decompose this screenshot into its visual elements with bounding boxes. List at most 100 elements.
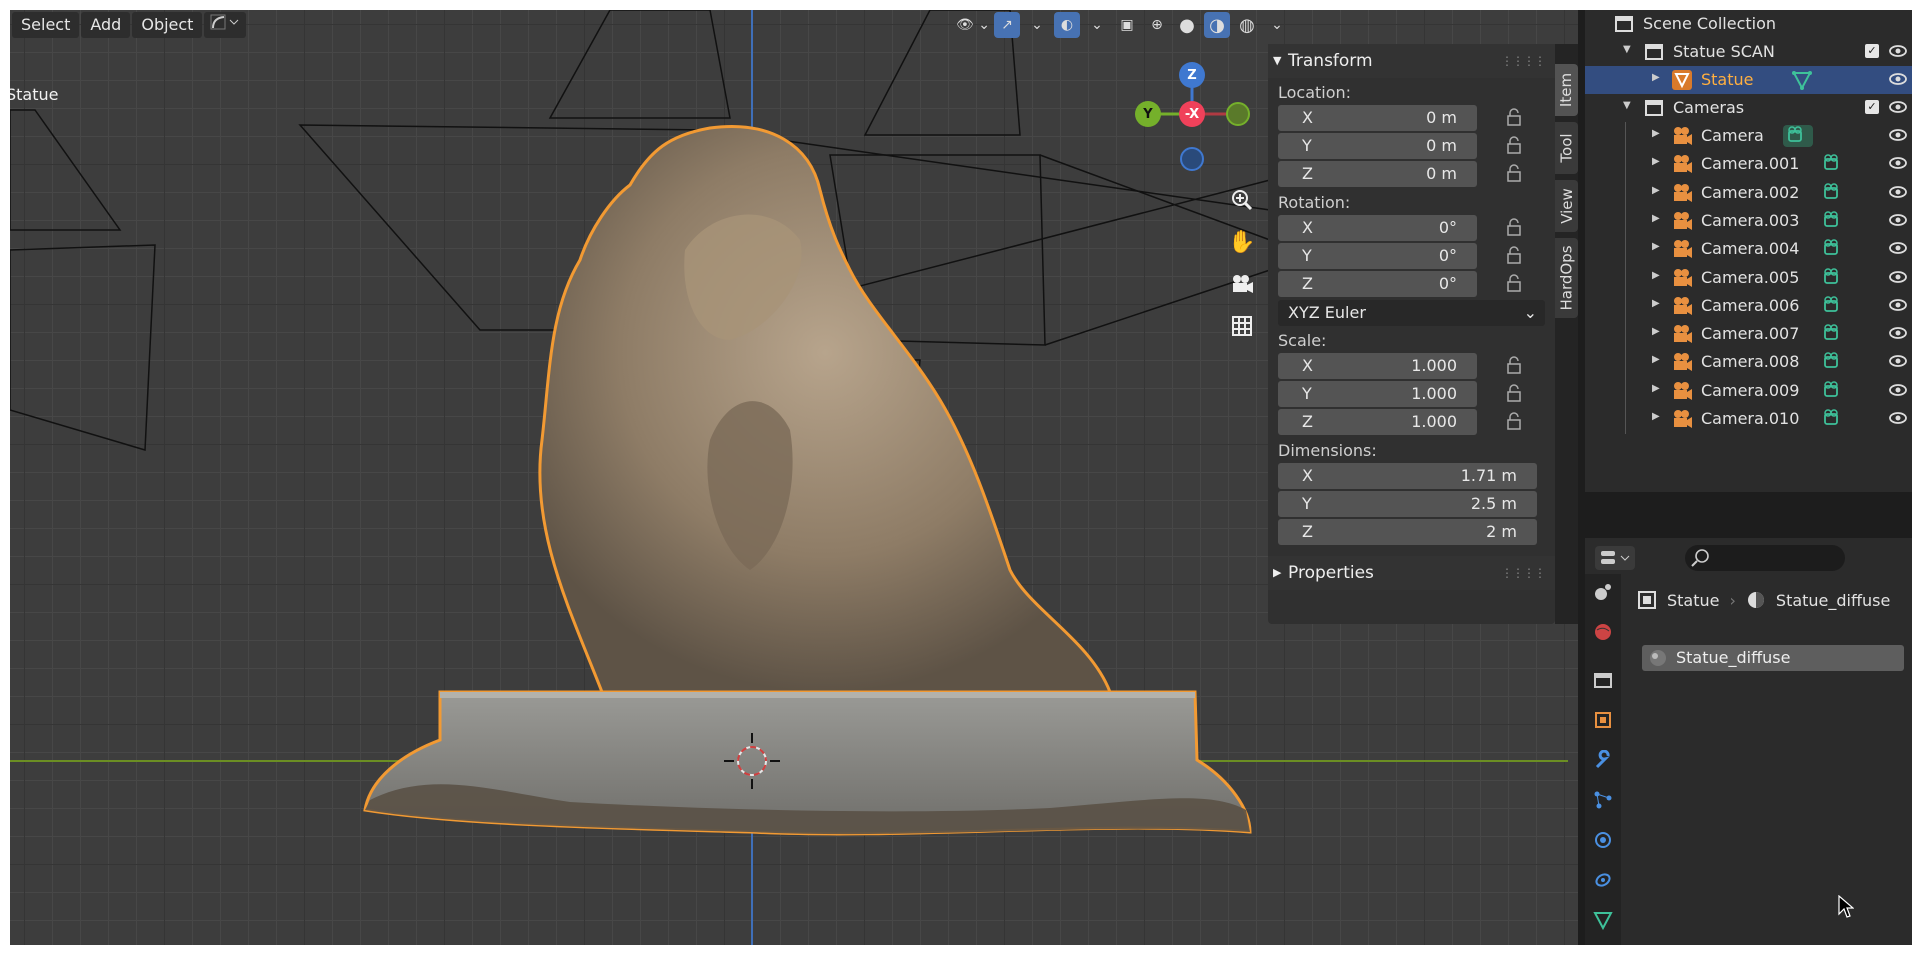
location-y-field[interactable]: Y0 m	[1278, 133, 1477, 159]
eye-icon[interactable]	[1888, 125, 1908, 145]
tab-data[interactable]	[1591, 908, 1615, 932]
gizmo-neg-x-button[interactable]: -X	[1179, 101, 1205, 127]
eye-icon[interactable]	[1888, 267, 1908, 287]
properties-panel-header[interactable]: ▶ Properties ⋮⋮⋮⋮	[1268, 556, 1555, 590]
shading-dropdown[interactable]: ⌄	[1264, 12, 1290, 38]
3d-viewport[interactable]: Select Add Object Statue Z Y -X ✋ 👁 ⌄ ↗	[10, 10, 1578, 945]
outliner-row-camera[interactable]: ▶ Camera.001	[1585, 150, 1912, 178]
scene-collection-row[interactable]: Scene Collection	[1585, 10, 1912, 38]
tab-hardops[interactable]: HardOps	[1555, 238, 1578, 318]
scale-y-field[interactable]: Y 1.000	[1278, 381, 1477, 407]
lock-icon[interactable]	[1505, 412, 1523, 430]
gizmo-toggle[interactable]: ↗	[994, 12, 1020, 38]
gizmo-z-button[interactable]: Z	[1179, 62, 1205, 88]
eye-icon[interactable]	[1888, 323, 1908, 343]
visibility-dropdown[interactable]: 👁 ⌄	[956, 12, 990, 38]
eye-icon[interactable]	[1888, 238, 1908, 258]
eye-icon[interactable]	[1888, 69, 1908, 89]
expand-arrow-icon[interactable]: ▶	[1652, 156, 1660, 167]
location-z-field[interactable]: Z0 m	[1278, 161, 1477, 187]
eye-icon[interactable]	[1888, 41, 1908, 61]
curve-tool-dropdown[interactable]	[204, 12, 247, 38]
outliner-row-camera[interactable]: ▶ Camera.005	[1585, 264, 1912, 292]
expand-arrow-icon[interactable]: ▼	[1623, 44, 1631, 55]
eye-icon[interactable]	[1888, 182, 1908, 202]
tab-world[interactable]	[1591, 620, 1615, 644]
expand-arrow-icon[interactable]: ▶	[1652, 72, 1660, 83]
transform-panel-header[interactable]: ▼ Transform ⋮⋮⋮⋮	[1268, 44, 1555, 78]
tab-physics[interactable]	[1591, 828, 1615, 852]
expand-arrow-icon[interactable]: ▶	[1652, 298, 1660, 309]
drag-grip-icon[interactable]: ⋮⋮⋮⋮	[1501, 44, 1546, 78]
eye-icon[interactable]	[1888, 153, 1908, 173]
scale-x-field[interactable]: X 1.000	[1278, 353, 1477, 379]
rotation-x-field[interactable]: X 0°	[1278, 215, 1477, 241]
rotation-z-field[interactable]: Z 0°	[1278, 271, 1477, 297]
camera-view-button[interactable]	[1224, 266, 1260, 302]
expand-arrow-icon[interactable]: ▶	[1652, 411, 1660, 422]
lock-icon[interactable]	[1505, 274, 1523, 292]
properties-search-input[interactable]	[1685, 545, 1845, 571]
rotation-mode-dropdown[interactable]: XYZ Euler ⌄	[1278, 300, 1545, 326]
gizmo-y-button[interactable]: Y	[1135, 101, 1161, 127]
eye-icon[interactable]	[1888, 295, 1908, 315]
tab-modifiers[interactable]	[1591, 748, 1615, 772]
expand-arrow-icon[interactable]: ▶	[1652, 354, 1660, 365]
expand-arrow-icon[interactable]: ▶	[1652, 270, 1660, 281]
outliner-row-camera[interactable]: ▶ Camera.003	[1585, 207, 1912, 235]
collection-checkbox[interactable]: ✓	[1865, 100, 1879, 114]
outliner-row-camera[interactable]: ▶ Camera.010	[1585, 405, 1912, 433]
eye-icon[interactable]	[1888, 351, 1908, 371]
outliner-row-camera[interactable]: ▶ Camera.007	[1585, 320, 1912, 348]
xray-toggle[interactable]: ▣	[1114, 12, 1140, 38]
expand-arrow-icon[interactable]: ▶	[1652, 185, 1660, 196]
dimensions-z-field[interactable]: Z2 m	[1278, 519, 1537, 545]
eye-icon[interactable]	[1888, 380, 1908, 400]
eye-icon[interactable]	[1888, 97, 1908, 117]
add-menu[interactable]: Add	[81, 12, 131, 38]
lock-icon[interactable]	[1505, 164, 1523, 182]
rendered-shading[interactable]: ◍	[1234, 12, 1260, 38]
outliner-row-statue-scan[interactable]: ▼ Statue SCAN ✓	[1585, 38, 1912, 66]
outliner-row-camera[interactable]: ▶ Camera.002	[1585, 179, 1912, 207]
drag-grip-icon[interactable]: ⋮⋮⋮⋮	[1501, 556, 1546, 590]
outliner[interactable]: Scene Collection ▼ Statue SCAN ✓ ▶ Statu…	[1585, 10, 1912, 492]
scale-z-field[interactable]: Z 1.000	[1278, 409, 1477, 435]
object-menu[interactable]: Object	[132, 12, 203, 38]
solid-shading[interactable]: ●	[1174, 12, 1200, 38]
lock-icon[interactable]	[1505, 384, 1523, 402]
outliner-row-camera[interactable]: ▶ Camera.004	[1585, 235, 1912, 263]
expand-arrow-icon[interactable]: ▶	[1652, 213, 1660, 224]
dimensions-y-field[interactable]: Y 2.5 m	[1278, 491, 1537, 517]
pan-button[interactable]: ✋	[1224, 224, 1260, 260]
eye-icon[interactable]	[1888, 210, 1908, 230]
material-slot[interactable]: Statue_diffuse	[1642, 645, 1904, 671]
ortho-toggle-button[interactable]	[1224, 308, 1260, 344]
expand-arrow-icon[interactable]: ▶	[1652, 128, 1660, 139]
lock-icon[interactable]	[1505, 246, 1523, 264]
zoom-button[interactable]	[1224, 182, 1260, 218]
outliner-row-camera[interactable]: ▶ Camera.008	[1585, 348, 1912, 376]
tab-item[interactable]: Item	[1555, 64, 1578, 116]
rotation-y-field[interactable]: Y 0°	[1278, 243, 1477, 269]
outliner-row-camera[interactable]: ▶ Camera.006	[1585, 292, 1912, 320]
tab-constraints[interactable]	[1591, 868, 1615, 892]
tab-view[interactable]: View	[1555, 180, 1578, 232]
tab-collection[interactable]	[1591, 668, 1615, 692]
tab-scene[interactable]	[1591, 580, 1615, 604]
select-menu[interactable]: Select	[12, 12, 80, 38]
overlay-toggle[interactable]: ◐	[1054, 12, 1080, 38]
eye-icon[interactable]	[1888, 408, 1908, 428]
dimensions-x-field[interactable]: X 1.71 m	[1278, 463, 1537, 489]
collection-checkbox[interactable]: ✓	[1865, 44, 1879, 58]
expand-arrow-icon[interactable]: ▶	[1652, 241, 1660, 252]
lock-icon[interactable]	[1505, 218, 1523, 236]
lock-icon[interactable]	[1505, 108, 1523, 126]
lock-icon[interactable]	[1505, 136, 1523, 154]
outliner-row-cameras[interactable]: ▼ Cameras ✓	[1585, 94, 1912, 122]
outliner-row-statue[interactable]: ▶ Statue	[1585, 66, 1912, 94]
outliner-row-camera[interactable]: ▶ Camera.009	[1585, 377, 1912, 405]
tab-particles[interactable]	[1591, 788, 1615, 812]
expand-arrow-icon[interactable]: ▶	[1652, 326, 1660, 337]
expand-arrow-icon[interactable]: ▶	[1652, 383, 1660, 394]
